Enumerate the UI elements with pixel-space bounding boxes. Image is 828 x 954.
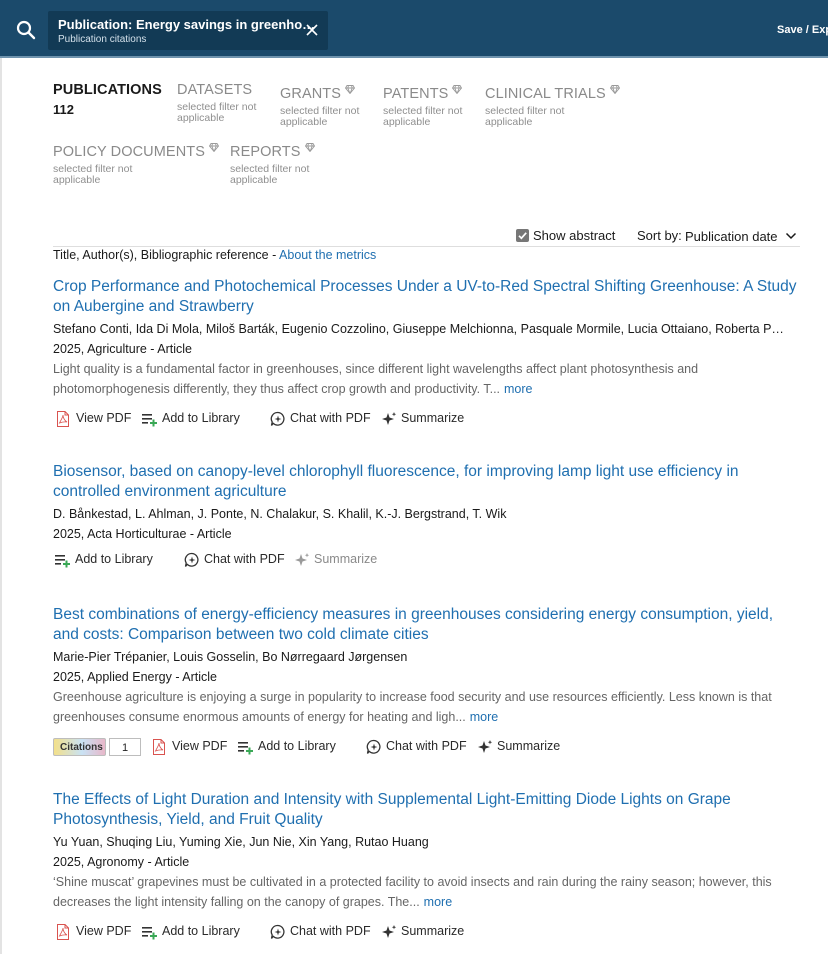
- summarize-label: Summarize: [314, 552, 378, 566]
- result-authors: Stefano Conti, Ida Di Mola, Miloš Barták…: [53, 322, 784, 336]
- premium-gem-icon: [208, 140, 220, 156]
- left-border: [0, 58, 2, 954]
- abstract-text: Greenhouse agriculture is enjoying a sur…: [53, 690, 772, 724]
- add-to-library-label: Add to Library: [258, 739, 336, 753]
- filter-chip[interactable]: Publication: Energy savings in greenho… …: [48, 11, 328, 50]
- tab-publications[interactable]: PUBLICATIONS 112: [53, 82, 162, 117]
- sort-label: Sort by:: [637, 228, 682, 243]
- result-actions: View PDF Add to Library Chat with PDF Su…: [53, 408, 803, 430]
- citations-badge-label-box: Citations: [53, 738, 106, 756]
- result-authors: D. Bånkestad, L. Ahlman, J. Ponte, N. Ch…: [53, 507, 507, 521]
- about-metrics-link[interactable]: About the metrics: [279, 248, 376, 262]
- tab-policy-documents[interactable]: POLICY DOCUMENTS selected filter not app…: [53, 140, 220, 186]
- tab-datasets[interactable]: DATASETS selected filter not applicable: [177, 82, 272, 124]
- citations-badge[interactable]: Citations 1: [53, 738, 141, 756]
- add-to-library-label: Add to Library: [162, 924, 240, 938]
- tab-note: selected filter not applicable: [280, 105, 360, 128]
- chat-with-pdf-label: Chat with PDF: [386, 739, 467, 753]
- search-icon[interactable]: [14, 18, 38, 42]
- citations-label: Citations: [60, 742, 103, 753]
- tab-label: DATASETS: [177, 82, 253, 98]
- filter-chip-subtitle: Publication citations: [58, 34, 147, 45]
- result-abstract: Light quality is a fundamental factor in…: [53, 359, 803, 399]
- tab-label: REPORTS: [230, 144, 301, 160]
- result-title[interactable]: Best combinations of energy-efficiency m…: [53, 605, 801, 645]
- result-abstract: Greenhouse agriculture is enjoying a sur…: [53, 687, 803, 727]
- abstract-text: ‘Shine muscat’ grapevines must be cultiv…: [53, 875, 772, 909]
- result-authors: Marie-Pier Trépanier, Louis Gosselin, Bo…: [53, 650, 408, 664]
- more-link[interactable]: more: [424, 895, 452, 909]
- sort-dropdown[interactable]: Publication date: [685, 228, 797, 246]
- view-pdf-label: View PDF: [172, 739, 228, 753]
- meta-text: Title, Author(s), Bibliographic referenc…: [53, 248, 280, 262]
- result-title[interactable]: Biosensor, based on canopy-level chlorop…: [53, 462, 801, 502]
- result-actions: Add to Library Chat with PDF Summarize: [53, 549, 803, 571]
- chat-with-pdf-label: Chat with PDF: [290, 924, 371, 938]
- result-item: Best combinations of energy-efficiency m…: [53, 605, 803, 758]
- results-meta: Title, Author(s), Bibliographic referenc…: [53, 248, 376, 262]
- tab-clinical-trials[interactable]: CLINICAL TRIALS selected filter not appl…: [485, 82, 620, 128]
- result-item: Biosensor, based on canopy-level chlorop…: [53, 462, 803, 571]
- abstract-text: Light quality is a fundamental factor in…: [53, 362, 699, 396]
- controls-divider: [53, 246, 800, 247]
- summarize-label: Summarize: [401, 411, 465, 425]
- premium-gem-icon: [344, 82, 356, 98]
- premium-gem-icon: [452, 82, 463, 98]
- view-pdf-label: View PDF: [76, 924, 132, 938]
- chevron-down-icon: [782, 228, 797, 245]
- checkbox-icon[interactable]: [516, 229, 529, 242]
- result-source: 2025, Applied Energy - Article: [53, 670, 217, 684]
- result-title[interactable]: The Effects of Light Duration and Intens…: [53, 790, 801, 830]
- tab-note: selected filter not applicable: [230, 163, 310, 186]
- result-title[interactable]: Crop Performance and Photochemical Proce…: [53, 277, 801, 317]
- tab-count: 112: [53, 102, 74, 117]
- tab-reports[interactable]: REPORTS selected filter not applicable: [230, 140, 325, 186]
- close-icon[interactable]: [304, 22, 320, 38]
- more-link[interactable]: more: [470, 710, 498, 724]
- summarize-label: Summarize: [401, 924, 465, 938]
- result-source: 2025, Agronomy - Article: [53, 855, 190, 869]
- premium-gem-icon: [609, 82, 620, 98]
- result-abstract: ‘Shine muscat’ grapevines must be cultiv…: [53, 872, 803, 912]
- more-link[interactable]: more: [504, 382, 532, 396]
- tab-note: selected filter not applicable: [485, 105, 565, 128]
- citations-count: 1: [121, 742, 129, 754]
- citations-count-box: 1: [109, 738, 141, 756]
- result-source: 2025, Acta Horticulturae - Article: [53, 527, 232, 541]
- result-item: The Effects of Light Duration and Intens…: [53, 790, 803, 943]
- tab-patents[interactable]: PATENTS selected filter not applicable: [383, 82, 478, 128]
- result-source: 2025, Agriculture - Article: [53, 342, 192, 356]
- header-divider: [0, 56, 828, 58]
- premium-gem-icon: [304, 140, 315, 156]
- summarize-label: Summarize: [497, 739, 561, 753]
- result-actions: Citations 1 View PDF Add to Library Chat…: [53, 736, 803, 758]
- filter-chip-title: Publication: Energy savings in greenho…: [58, 17, 316, 32]
- tab-label: POLICY DOCUMENTS: [53, 144, 205, 160]
- tab-note: selected filter not applicable: [53, 163, 133, 186]
- tab-grants[interactable]: GRANTS selected filter not applicable: [280, 82, 375, 128]
- tab-note: selected filter not applicable: [383, 105, 463, 128]
- tab-label: GRANTS: [280, 86, 342, 102]
- tab-label: PUBLICATIONS: [53, 82, 162, 98]
- add-to-library-label: Add to Library: [75, 552, 153, 566]
- chat-with-pdf-label: Chat with PDF: [204, 552, 285, 566]
- result-item: Crop Performance and Photochemical Proce…: [53, 277, 803, 430]
- result-actions: View PDF Add to Library Chat with PDF Su…: [53, 921, 803, 943]
- sort-value: Publication date: [685, 229, 778, 244]
- tab-label: CLINICAL TRIALS: [485, 86, 606, 102]
- top-bar: Publication: Energy savings in greenho… …: [0, 0, 828, 58]
- show-abstract-label: Show abstract: [533, 228, 616, 243]
- view-pdf-label: View PDF: [76, 411, 132, 425]
- save-export-button[interactable]: Save / Exp: [777, 24, 828, 36]
- add-to-library-label: Add to Library: [162, 411, 240, 425]
- tab-label: PATENTS: [383, 86, 449, 102]
- result-authors: Yu Yuan, Shuqing Liu, Yuming Xie, Jun Ni…: [53, 835, 429, 849]
- chat-with-pdf-label: Chat with PDF: [290, 411, 371, 425]
- tab-note: selected filter not applicable: [177, 101, 257, 124]
